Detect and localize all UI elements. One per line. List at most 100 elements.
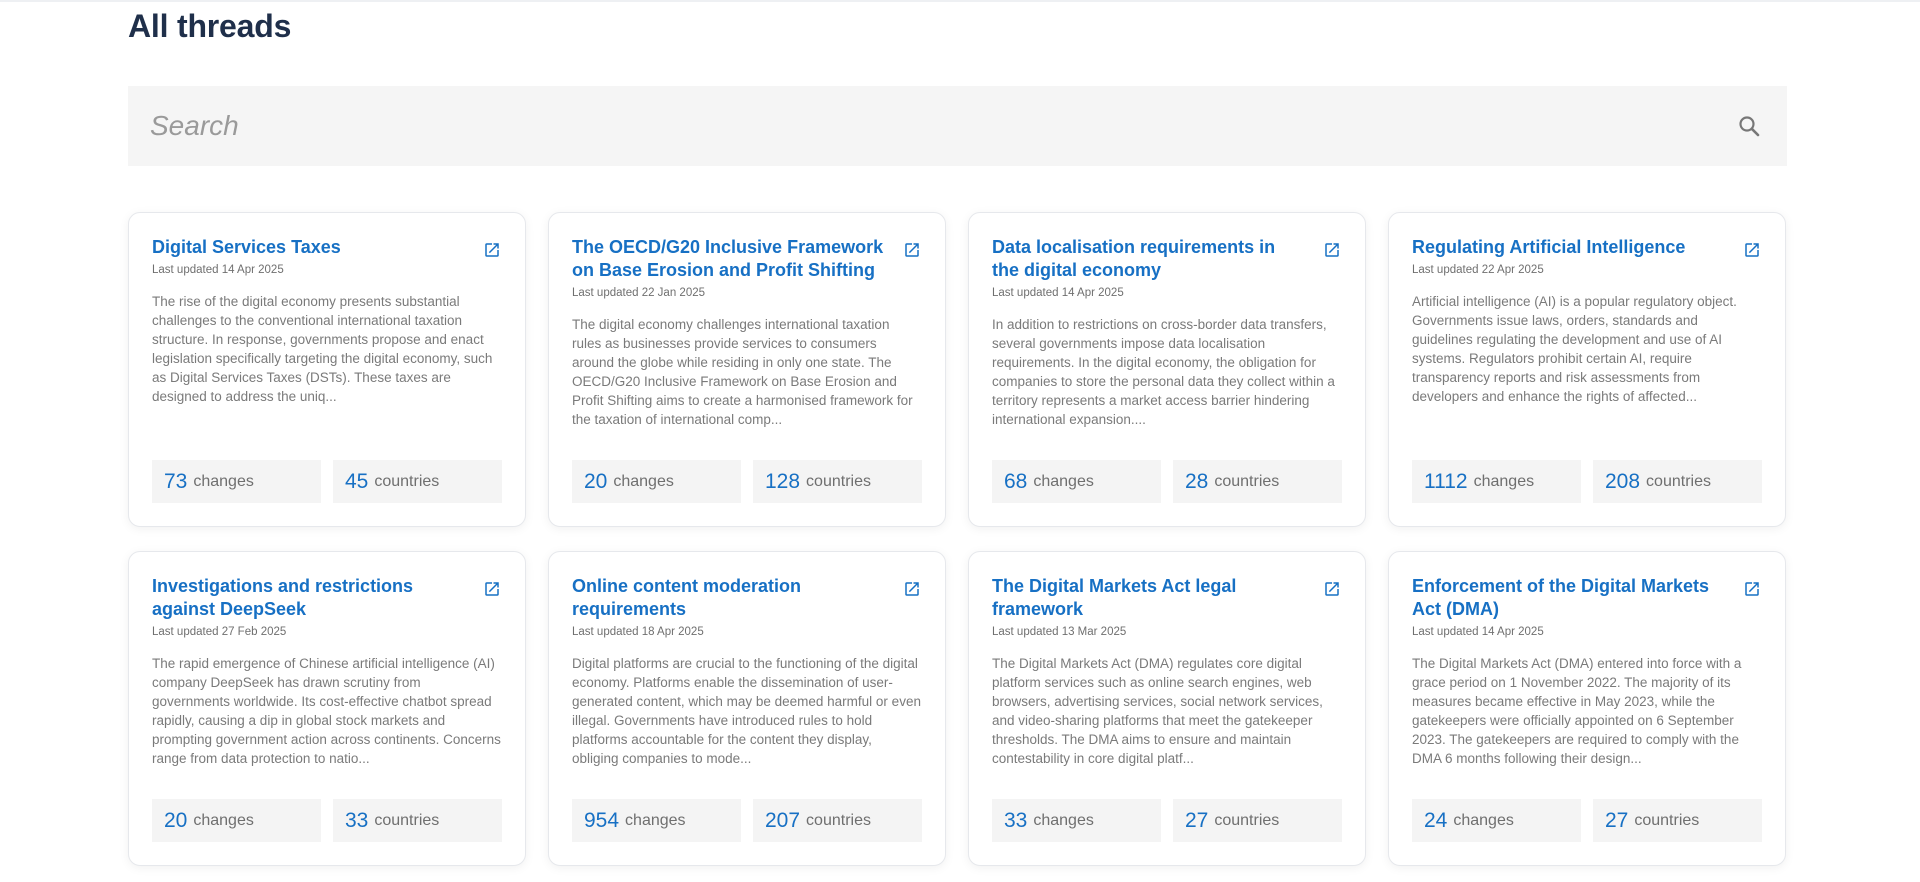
- countries-label: countries: [806, 811, 871, 829]
- thread-card[interactable]: The OECD/G20 Inclusive Framework on Base…: [548, 212, 946, 527]
- card-header: The Digital Markets Act legal framework …: [992, 575, 1323, 768]
- open-external-icon[interactable]: [1323, 241, 1341, 259]
- changes-count: 954: [584, 808, 620, 832]
- changes-label: changes: [193, 472, 254, 490]
- countries-count: 128: [765, 469, 801, 493]
- changes-count: 20: [584, 469, 608, 493]
- card-header: Regulating Artificial Intelligence Last …: [1412, 236, 1737, 406]
- changes-label: changes: [1033, 811, 1094, 829]
- changes-label: changes: [1473, 472, 1535, 490]
- card-header: Data localisation requirements in the di…: [992, 236, 1335, 429]
- changes-count: 20: [164, 808, 188, 832]
- open-external-icon[interactable]: [1323, 580, 1341, 598]
- countries-label: countries: [1634, 811, 1700, 829]
- card-title[interactable]: The OECD/G20 Inclusive Framework on Base…: [572, 236, 887, 282]
- card-last-updated: Last updated 14 Apr 2025: [1412, 626, 1544, 638]
- card-header: Online content moderation requirements L…: [572, 575, 921, 768]
- countries-count: 207: [765, 808, 801, 832]
- countries-label: countries: [1214, 472, 1280, 490]
- countries-count: 27: [1605, 808, 1629, 832]
- card-header: The OECD/G20 Inclusive Framework on Base…: [572, 236, 913, 429]
- open-external-icon[interactable]: [483, 241, 501, 259]
- card-stats: 20 changes 128 countries: [572, 460, 922, 503]
- card-description: The rapid emergence of Chinese artificia…: [152, 656, 501, 766]
- changes-stat: 20 changes: [572, 460, 741, 503]
- card-description: In addition to restrictions on cross-bor…: [992, 317, 1335, 427]
- card-header: Enforcement of the Digital Markets Act (…: [1412, 575, 1741, 768]
- card-header: Digital Services Taxes Last updated 14 A…: [152, 236, 492, 406]
- card-stats: 1112 changes 208 countries: [1412, 460, 1762, 503]
- card-last-updated: Last updated 18 Apr 2025: [572, 626, 704, 638]
- card-last-updated: Last updated 14 Apr 2025: [152, 264, 284, 276]
- thread-card[interactable]: Data localisation requirements in the di…: [968, 212, 1366, 527]
- thread-card[interactable]: Regulating Artificial Intelligence Last …: [1388, 212, 1786, 527]
- open-external-icon[interactable]: [1743, 580, 1761, 598]
- card-title[interactable]: Enforcement of the Digital Markets Act (…: [1412, 575, 1727, 621]
- changes-label: changes: [613, 472, 674, 490]
- card-description: Digital platforms are crucial to the fun…: [572, 656, 921, 766]
- changes-stat: 68 changes: [992, 460, 1161, 503]
- changes-label: changes: [193, 811, 254, 829]
- search-input[interactable]: [150, 86, 1690, 166]
- countries-stat: 27 countries: [1173, 799, 1342, 842]
- changes-count: 33: [1004, 808, 1028, 832]
- changes-stat: 1112 changes: [1412, 460, 1581, 503]
- card-stats: 954 changes 207 countries: [572, 799, 922, 842]
- changes-count: 1112: [1424, 469, 1468, 493]
- card-description: The rise of the digital economy presents…: [152, 294, 493, 404]
- card-title[interactable]: Investigations and restrictions against …: [152, 575, 467, 621]
- thread-card[interactable]: Online content moderation requirements L…: [548, 551, 946, 866]
- card-header: Investigations and restrictions against …: [152, 575, 501, 768]
- threads-grid: Digital Services Taxes Last updated 14 A…: [128, 212, 1786, 866]
- countries-stat: 27 countries: [1593, 799, 1762, 842]
- card-title[interactable]: The Digital Markets Act legal framework: [992, 575, 1307, 621]
- top-border: [0, 0, 1920, 2]
- countries-stat: 128 countries: [753, 460, 922, 503]
- open-external-icon[interactable]: [903, 241, 921, 259]
- countries-stat: 45 countries: [333, 460, 502, 503]
- card-title[interactable]: Digital Services Taxes: [152, 236, 467, 259]
- card-stats: 73 changes 45 countries: [152, 460, 502, 503]
- search-bar: [128, 86, 1787, 166]
- thread-card[interactable]: Enforcement of the Digital Markets Act (…: [1388, 551, 1786, 866]
- card-description: Artificial intelligence (AI) is a popula…: [1412, 294, 1737, 404]
- open-external-icon[interactable]: [1743, 241, 1761, 259]
- card-last-updated: Last updated 13 Mar 2025: [992, 626, 1127, 638]
- search-icon[interactable]: [1737, 114, 1761, 138]
- card-description: The Digital Markets Act (DMA) regulates …: [992, 656, 1323, 766]
- card-stats: 33 changes 27 countries: [992, 799, 1342, 842]
- thread-card[interactable]: Investigations and restrictions against …: [128, 551, 526, 866]
- open-external-icon[interactable]: [903, 580, 921, 598]
- card-description: The Digital Markets Act (DMA) entered in…: [1412, 656, 1742, 766]
- changes-stat: 20 changes: [152, 799, 321, 842]
- countries-label: countries: [1214, 811, 1280, 829]
- card-stats: 20 changes 33 countries: [152, 799, 502, 842]
- countries-label: countries: [374, 472, 440, 490]
- changes-stat: 24 changes: [1412, 799, 1581, 842]
- changes-label: changes: [1453, 811, 1514, 829]
- countries-count: 33: [345, 808, 369, 832]
- countries-label: countries: [806, 472, 871, 490]
- changes-stat: 73 changes: [152, 460, 321, 503]
- changes-count: 68: [1004, 469, 1028, 493]
- countries-label: countries: [374, 811, 440, 829]
- countries-stat: 33 countries: [333, 799, 502, 842]
- card-title[interactable]: Data localisation requirements in the di…: [992, 236, 1307, 282]
- countries-count: 27: [1185, 808, 1209, 832]
- changes-count: 73: [164, 469, 188, 493]
- page-title: All threads: [128, 8, 292, 44]
- changes-stat: 33 changes: [992, 799, 1161, 842]
- card-last-updated: Last updated 14 Apr 2025: [992, 287, 1124, 299]
- card-title[interactable]: Online content moderation requirements: [572, 575, 887, 621]
- card-last-updated: Last updated 22 Jan 2025: [572, 287, 706, 299]
- open-external-icon[interactable]: [483, 580, 501, 598]
- countries-count: 28: [1185, 469, 1209, 493]
- card-title[interactable]: Regulating Artificial Intelligence: [1412, 236, 1727, 259]
- countries-label: countries: [1646, 472, 1711, 490]
- countries-stat: 208 countries: [1593, 460, 1762, 503]
- changes-stat: 954 changes: [572, 799, 741, 842]
- card-stats: 24 changes 27 countries: [1412, 799, 1762, 842]
- thread-card[interactable]: The Digital Markets Act legal framework …: [968, 551, 1366, 866]
- card-description: The digital economy challenges internati…: [572, 317, 913, 427]
- thread-card[interactable]: Digital Services Taxes Last updated 14 A…: [128, 212, 526, 527]
